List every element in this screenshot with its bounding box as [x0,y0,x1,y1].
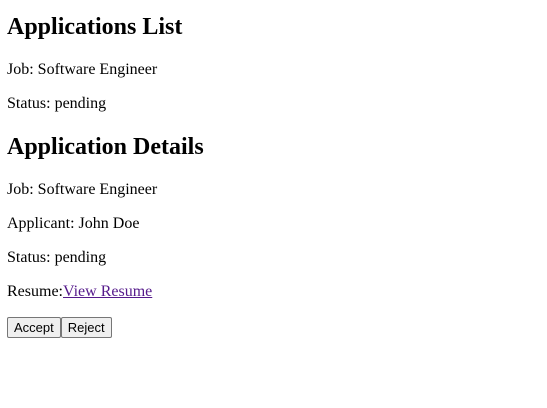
reject-button[interactable]: Reject [60,317,112,338]
details-resume: Resume:View Resume [7,283,547,301]
page: Applications List Job: Software Engineer… [0,0,547,338]
application-details-heading: Application Details [7,134,204,160]
list-item-status: Status: pending [7,95,107,112]
view-resume-link[interactable]: View Resume [63,283,152,300]
action-buttons: Accept Reject [7,317,547,338]
resume-label: Resume: [7,283,63,300]
applications-list-heading: Applications List [7,14,183,40]
details-status: Status: pending [7,249,107,266]
list-item-job: Job: Software Engineer [7,61,158,78]
accept-button[interactable]: Accept [7,317,61,338]
details-job: Job: Software Engineer [7,181,158,198]
details-applicant: Applicant: John Doe [7,215,140,232]
